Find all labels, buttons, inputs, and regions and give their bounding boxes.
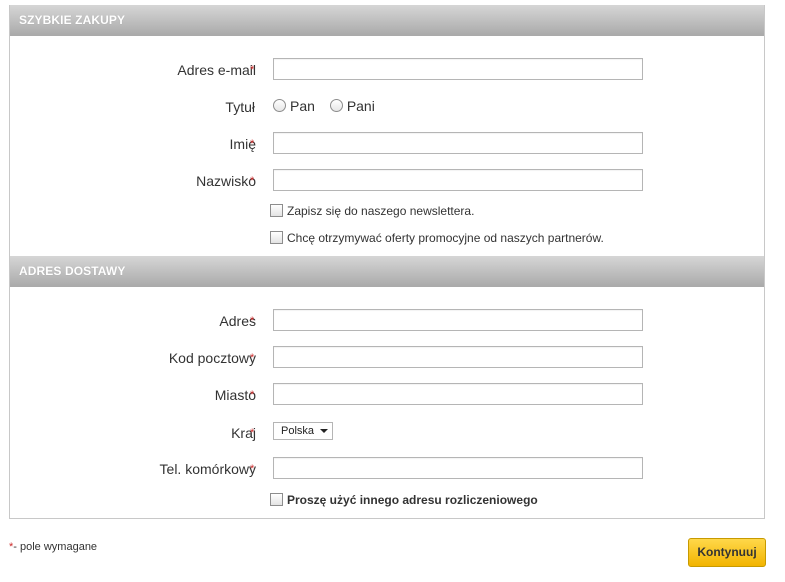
postcode-input[interactable]: [273, 346, 643, 368]
radio-button[interactable]: [329, 99, 343, 112]
partners-offers-option[interactable]: Chcę otrzymywać oferty promocyjne od nas…: [270, 231, 604, 245]
required-mark: *: [250, 352, 255, 364]
chevron-down-icon: [320, 429, 328, 433]
country-row: Kraj * Polska: [10, 421, 764, 445]
email-row: Adres e-mail *: [10, 58, 764, 82]
delivery-address-header: ADRES DOSTAWY: [10, 256, 764, 287]
newsletter-option[interactable]: Zapisz się do naszego newslettera.: [270, 204, 474, 218]
title-option-pan[interactable]: Pan: [273, 98, 315, 114]
first-name-input[interactable]: [273, 132, 643, 154]
city-row: Miasto *: [10, 383, 764, 407]
newsletter-label: Zapisz się do naszego newslettera.: [287, 204, 475, 218]
required-mark: *: [250, 427, 255, 439]
title-row: Tytuł Pan Pani: [10, 95, 764, 119]
billing-address-checkbox[interactable]: [270, 493, 283, 506]
phone-input[interactable]: [273, 457, 643, 479]
required-fields-note: *- pole wymagane: [9, 541, 97, 553]
continue-button[interactable]: Kontynuuj: [688, 538, 766, 567]
billing-address-label: Proszę użyć innego adresu rozliczenioweg…: [287, 493, 538, 507]
address-input[interactable]: [273, 309, 643, 331]
required-fields-text: - pole wymagane: [13, 541, 98, 553]
address-row: Adres *: [10, 309, 764, 333]
phone-label: Tel. komórkowy: [159, 461, 256, 477]
quick-shopping-header: SZYBKIE ZAKUPY: [10, 5, 764, 36]
email-label: Adres e-mail: [177, 62, 256, 78]
title-label: Tytuł: [225, 99, 255, 115]
last-name-row: Nazwisko *: [10, 169, 764, 193]
postcode-row: Kod pocztowy *: [10, 346, 764, 370]
partners-offers-label: Chcę otrzymywać oferty promocyjne od nas…: [287, 231, 604, 245]
required-mark: *: [250, 315, 255, 327]
partners-offers-checkbox[interactable]: [270, 231, 283, 244]
required-mark: *: [250, 138, 255, 150]
title-option-pani[interactable]: Pani: [329, 98, 375, 114]
radio-button[interactable]: [273, 99, 286, 112]
city-input[interactable]: [273, 383, 643, 405]
country-select-value: Polska: [281, 425, 315, 437]
last-name-input[interactable]: [273, 169, 643, 191]
first-name-row: Imię *: [10, 132, 764, 156]
billing-address-option[interactable]: Proszę użyć innego adresu rozliczenioweg…: [270, 493, 538, 507]
required-mark: *: [250, 64, 255, 76]
quick-shopping-panel: SZYBKIE ZAKUPY Adres e-mail * Tytuł Pan …: [9, 5, 765, 257]
newsletter-checkbox[interactable]: [270, 204, 283, 217]
phone-row: Tel. komórkowy *: [10, 457, 764, 481]
postcode-label: Kod pocztowy: [168, 350, 256, 366]
country-select[interactable]: Polska: [273, 422, 333, 440]
required-mark: *: [250, 389, 255, 401]
title-radio-group: Pan Pani: [273, 98, 386, 114]
delivery-address-panel: ADRES DOSTAWY Adres * Kod pocztowy * Mia…: [9, 256, 765, 519]
email-input[interactable]: [273, 58, 643, 80]
last-name-label: Nazwisko: [196, 173, 256, 189]
required-mark: *: [250, 175, 255, 187]
required-mark: *: [250, 463, 255, 475]
